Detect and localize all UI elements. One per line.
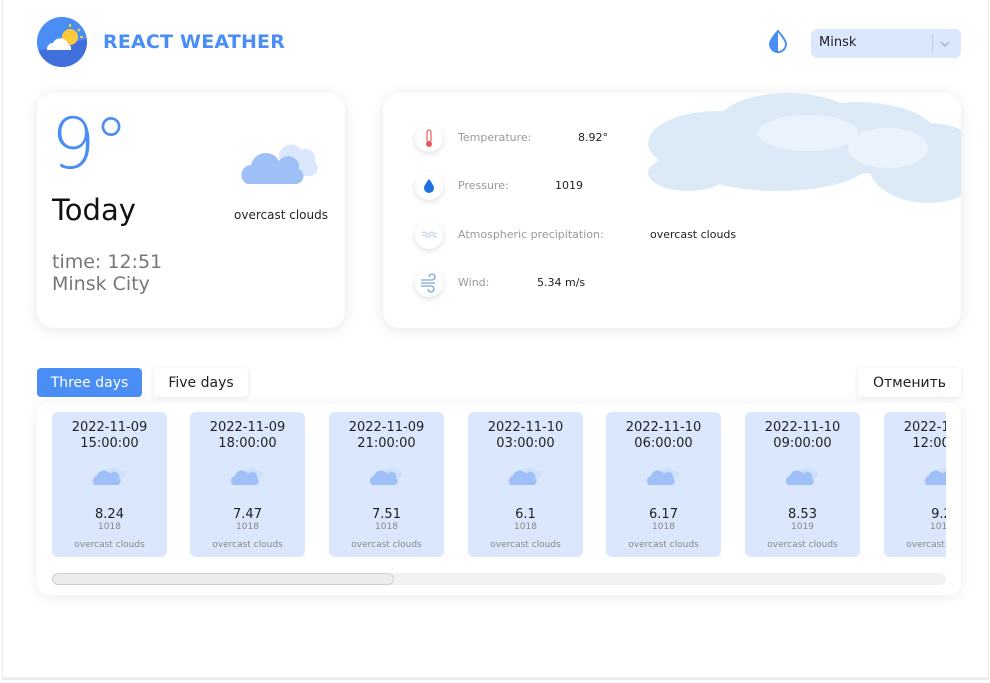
forecast-pressure: 1018 bbox=[236, 522, 259, 532]
forecast-date: 2022-11-09 bbox=[71, 420, 148, 435]
forecast-desc: overcast clouds bbox=[351, 540, 422, 550]
overcast-clouds-icon bbox=[646, 467, 680, 485]
forecast-desc: overcast clouds bbox=[212, 540, 283, 550]
forecast-strip[interactable]: 2022-11-09 15:00:00 8.24 1018 overcast cl… bbox=[52, 412, 946, 558]
forecast-card[interactable]: 2022-11-10 06:00:00 6.17 1018 overcast cl… bbox=[606, 412, 721, 557]
forecast-time: 15:00:00 bbox=[80, 436, 139, 451]
theme-toggle-icon[interactable] bbox=[766, 29, 790, 53]
forecast-date: 2022-11-09 bbox=[209, 420, 286, 435]
forecast-time: 21:00:00 bbox=[357, 436, 416, 451]
forecast-desc: overcast clouds bbox=[628, 540, 699, 550]
forecast-card[interactable]: 2022-11-09 15:00:00 8.24 1018 overcast cl… bbox=[52, 412, 167, 557]
forecast-pressure: 1018 bbox=[514, 522, 537, 532]
forecast-pressure: 1018 bbox=[375, 522, 398, 532]
select-separator bbox=[932, 35, 933, 52]
forecast-card[interactable]: 2022-11-10 09:00:00 8.53 1019 overcast cl… bbox=[745, 412, 860, 557]
forecast-pressure: 1018 bbox=[652, 522, 675, 532]
city-name: Minsk City bbox=[52, 273, 150, 295]
city-select-value: Minsk bbox=[819, 35, 857, 50]
forecast-card[interactable]: 2022-11-10 03:00:00 6.1 1018 overcast clo… bbox=[468, 412, 583, 557]
forecast-time: 18:00:00 bbox=[218, 436, 277, 451]
forecast-temp: 9.2 bbox=[931, 507, 946, 522]
forecast-temp: 8.53 bbox=[788, 507, 817, 522]
pressure-drop-icon bbox=[415, 172, 443, 200]
forecast-time: 03:00:00 bbox=[496, 436, 555, 451]
forecast-card[interactable]: 2022-11-09 21:00:00 7.51 1018 overcast cl… bbox=[329, 412, 444, 557]
forecast-pressure: 1018 bbox=[98, 522, 121, 532]
forecast-date: 2022-11-09 bbox=[348, 420, 425, 435]
forecast-desc: overcast clouds bbox=[767, 540, 838, 550]
forecast-time: 12:00:00 bbox=[912, 436, 946, 451]
thermometer-icon bbox=[415, 124, 443, 152]
tab-five-days[interactable]: Five days bbox=[154, 368, 248, 397]
current-temperature: 9° bbox=[51, 103, 129, 185]
today-label: Today bbox=[52, 193, 136, 227]
details-card: Temperature: 8.92° Pressure: 1019 Atmosp… bbox=[383, 93, 961, 328]
weather-description: overcast clouds bbox=[234, 208, 328, 222]
forecast-desc: overcast clouds bbox=[74, 540, 145, 550]
overcast-clouds-icon bbox=[92, 467, 126, 485]
forecast-time: 06:00:00 bbox=[634, 436, 693, 451]
precipitation-icon bbox=[415, 221, 443, 249]
overcast-clouds-icon bbox=[508, 467, 542, 485]
today-card: 9° Today time: 12:51 Minsk City overcast… bbox=[37, 93, 345, 328]
cancel-button[interactable]: Отменить bbox=[858, 368, 961, 397]
forecast-pressure: 1019 bbox=[791, 522, 814, 532]
forecast-temp: 6.17 bbox=[649, 507, 678, 522]
forecast-temp: 7.51 bbox=[372, 507, 401, 522]
precipitation-label: Atmospheric precipitation: bbox=[458, 228, 604, 241]
city-select[interactable]: Minsk bbox=[811, 29, 961, 58]
horizontal-scrollbar[interactable] bbox=[52, 573, 946, 585]
pressure-value: 1019 bbox=[555, 179, 583, 192]
forecast-temp: 6.1 bbox=[515, 507, 536, 522]
wind-icon bbox=[415, 269, 443, 297]
overcast-clouds-icon bbox=[369, 467, 403, 485]
precipitation-value: overcast clouds bbox=[650, 228, 737, 241]
cloud-background-image bbox=[648, 93, 961, 203]
app-logo-icon bbox=[37, 17, 87, 67]
wind-label: Wind: bbox=[458, 276, 490, 289]
current-time: time: 12:51 bbox=[52, 251, 163, 273]
overcast-clouds-icon bbox=[924, 467, 946, 485]
overcast-clouds-icon bbox=[241, 144, 318, 184]
forecast-desc: overcast clouds bbox=[490, 540, 561, 550]
forecast-temp: 8.24 bbox=[95, 507, 124, 522]
forecast-date: 2022-11-10 bbox=[487, 420, 564, 435]
overcast-clouds-icon bbox=[230, 467, 264, 485]
forecast-time: 09:00:00 bbox=[773, 436, 832, 451]
temperature-label: Temperature: bbox=[458, 131, 532, 144]
tab-three-days[interactable]: Three days bbox=[37, 368, 142, 397]
forecast-temp: 7.47 bbox=[233, 507, 262, 522]
forecast-pressure: 1018 bbox=[930, 522, 946, 532]
pressure-label: Pressure: bbox=[458, 179, 509, 192]
forecast-card[interactable]: 2022-11-09 18:00:00 7.47 1018 overcast cl… bbox=[190, 412, 305, 557]
forecast-date: 2022-11-10 bbox=[903, 420, 946, 435]
wind-value: 5.34 m/s bbox=[537, 276, 586, 289]
temperature-value: 8.92° bbox=[578, 131, 608, 144]
forecast-panel: 2022-11-09 15:00:00 8.24 1018 overcast cl… bbox=[37, 403, 961, 595]
forecast-date: 2022-11-10 bbox=[764, 420, 841, 435]
forecast-date: 2022-11-10 bbox=[625, 420, 702, 435]
app-title: REACT WEATHER bbox=[103, 31, 286, 53]
chevron-down-icon[interactable] bbox=[939, 38, 951, 50]
forecast-desc: overcast clouds bbox=[906, 540, 946, 550]
overcast-clouds-icon bbox=[785, 467, 819, 485]
forecast-card[interactable]: 2022-11-1012:00:00 9.2 1018 overcast clo… bbox=[884, 412, 946, 557]
scrollbar-thumb[interactable] bbox=[52, 573, 394, 585]
